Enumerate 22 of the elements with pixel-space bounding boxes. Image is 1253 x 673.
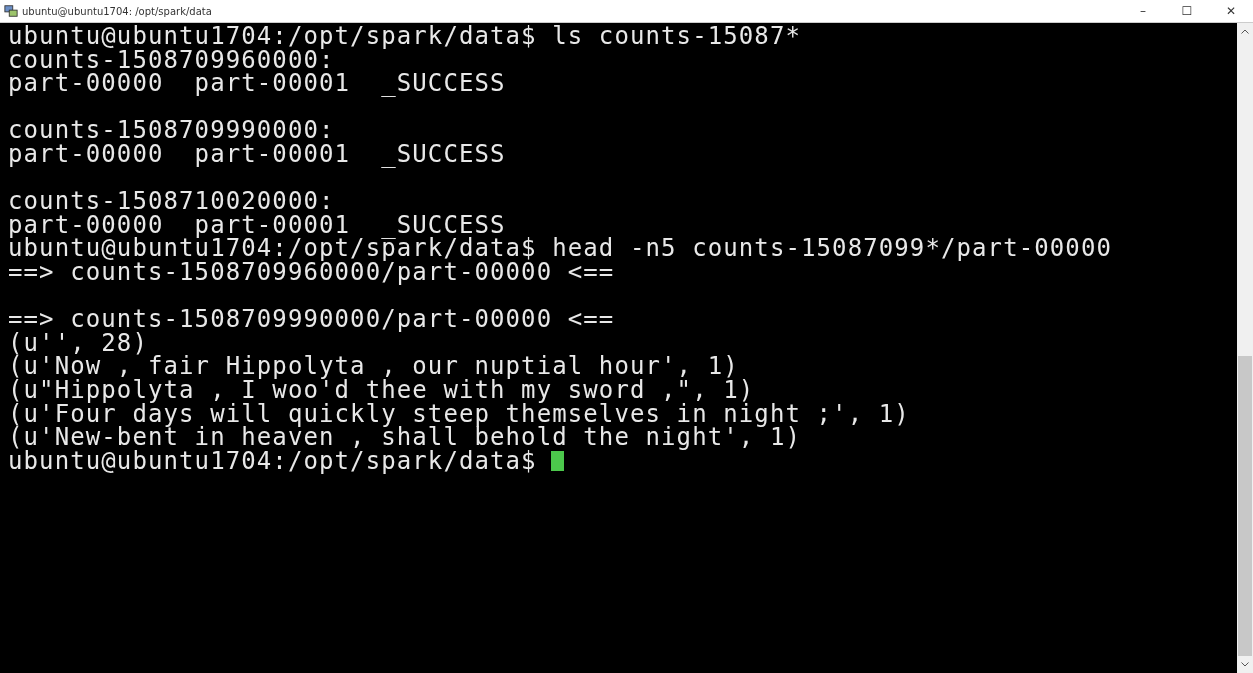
- terminal-line: (u'New-bent in heaven , shall behold the night', 1): [8, 426, 801, 450]
- terminal-line: (u"Hippolyta , I woo'd thee with my sword ,", 1): [8, 378, 755, 403]
- terminal-line: ==> counts-1508709960000/part-00000 <==: [8, 260, 615, 285]
- terminal-line: ==> counts-1508709990000/part-00000 <==: [8, 308, 615, 332]
- terminal-line: counts-1508709990000:: [8, 119, 335, 143]
- terminal-line: (u'Four days will quickly steep themselves in night ;', 1): [8, 402, 910, 427]
- scrollbar-thumb[interactable]: [1238, 356, 1252, 656]
- terminal-line: counts-1508709960000:: [8, 48, 335, 73]
- terminal-line: counts-1508710020000:: [8, 190, 335, 214]
- scroll-up-icon[interactable]: [1241, 29, 1249, 34]
- terminal-line: ubuntu@ubuntu1704:/opt/spark/data$ ls counts-15087*: [8, 25, 801, 49]
- terminal-line: part-00000 part-00001 _SUCCESS: [8, 72, 506, 96]
- terminal-line: ubuntu@ubuntu1704:/opt/spark/data$ head -n5 counts-15087099*/part-00000: [8, 237, 1112, 261]
- terminal-line: part-00000 part-00001 _SUCCESS: [8, 213, 506, 238]
- scroll-down-icon[interactable]: [1241, 662, 1249, 667]
- terminal-app-icon: [4, 4, 18, 18]
- window-title: ubuntu@ubuntu1704: /opt/spark/data: [22, 5, 212, 17]
- terminal-line: part-00000 part-00001 _SUCCESS: [8, 142, 506, 167]
- terminal-line: (u'Now , fair Hippolyta , our nuptial hour', 1): [8, 355, 739, 379]
- terminal-line: (u'', 28): [8, 331, 148, 356]
- terminal-line: ubuntu@ubuntu1704:/opt/spark/data$: [8, 449, 537, 474]
- scrollbar[interactable]: [1237, 23, 1253, 673]
